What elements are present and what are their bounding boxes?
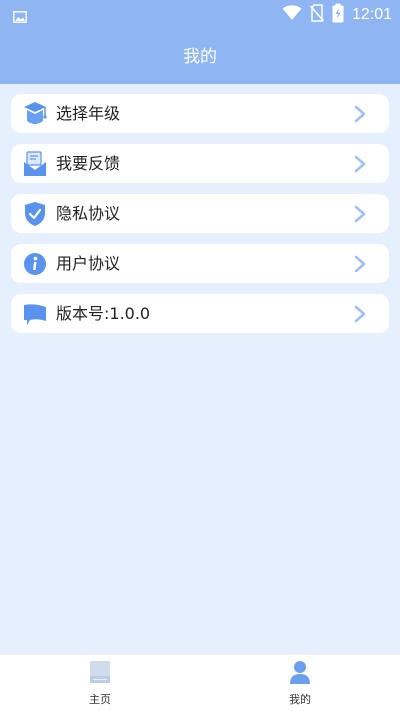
menu-item-feedback[interactable]: 我要反馈 [11, 144, 389, 183]
graduation-cap-icon [23, 101, 47, 126]
status-bar: 12:01 [0, 0, 400, 30]
settings-menu: 选择年级 我要反馈 隐私协议 用户协议 版本号:1.0.0 [11, 94, 389, 344]
title-bar: 我的 [0, 30, 400, 84]
tab-label: 我的 [289, 693, 311, 706]
menu-item-label: 版本号:1.0.0 [56, 304, 151, 323]
menu-item-label: 我要反馈 [56, 154, 121, 173]
page-title: 我的 [183, 47, 217, 67]
bottom-nav: 主页 我的 [0, 654, 400, 711]
battery-charging-icon [332, 3, 344, 27]
tab-label: 主页 [89, 693, 111, 706]
tab-home[interactable]: 主页 [0, 655, 200, 711]
flag-icon [23, 301, 47, 326]
chevron-right-icon [353, 105, 367, 123]
book-icon [89, 660, 111, 684]
no-sim-icon [309, 4, 325, 26]
chevron-right-icon [353, 205, 367, 223]
menu-item-privacy-policy[interactable]: 隐私协议 [11, 194, 389, 233]
menu-item-version[interactable]: 版本号:1.0.0 [11, 294, 389, 333]
menu-item-select-grade[interactable]: 选择年级 [11, 94, 389, 133]
menu-item-label: 选择年级 [56, 104, 121, 123]
tab-mine[interactable]: 我的 [200, 655, 400, 711]
menu-item-label: 隐私协议 [56, 204, 121, 223]
shield-check-icon [23, 201, 47, 226]
clock: 12:01 [351, 6, 392, 23]
chevron-right-icon [353, 305, 367, 323]
info-icon [23, 251, 47, 276]
image-icon [13, 8, 27, 27]
chevron-right-icon [353, 255, 367, 273]
chevron-right-icon [353, 155, 367, 173]
wifi-icon [282, 5, 302, 25]
feedback-icon [23, 151, 47, 176]
person-icon [289, 660, 311, 684]
menu-item-label: 用户协议 [56, 254, 121, 273]
menu-item-user-agreement[interactable]: 用户协议 [11, 244, 389, 283]
